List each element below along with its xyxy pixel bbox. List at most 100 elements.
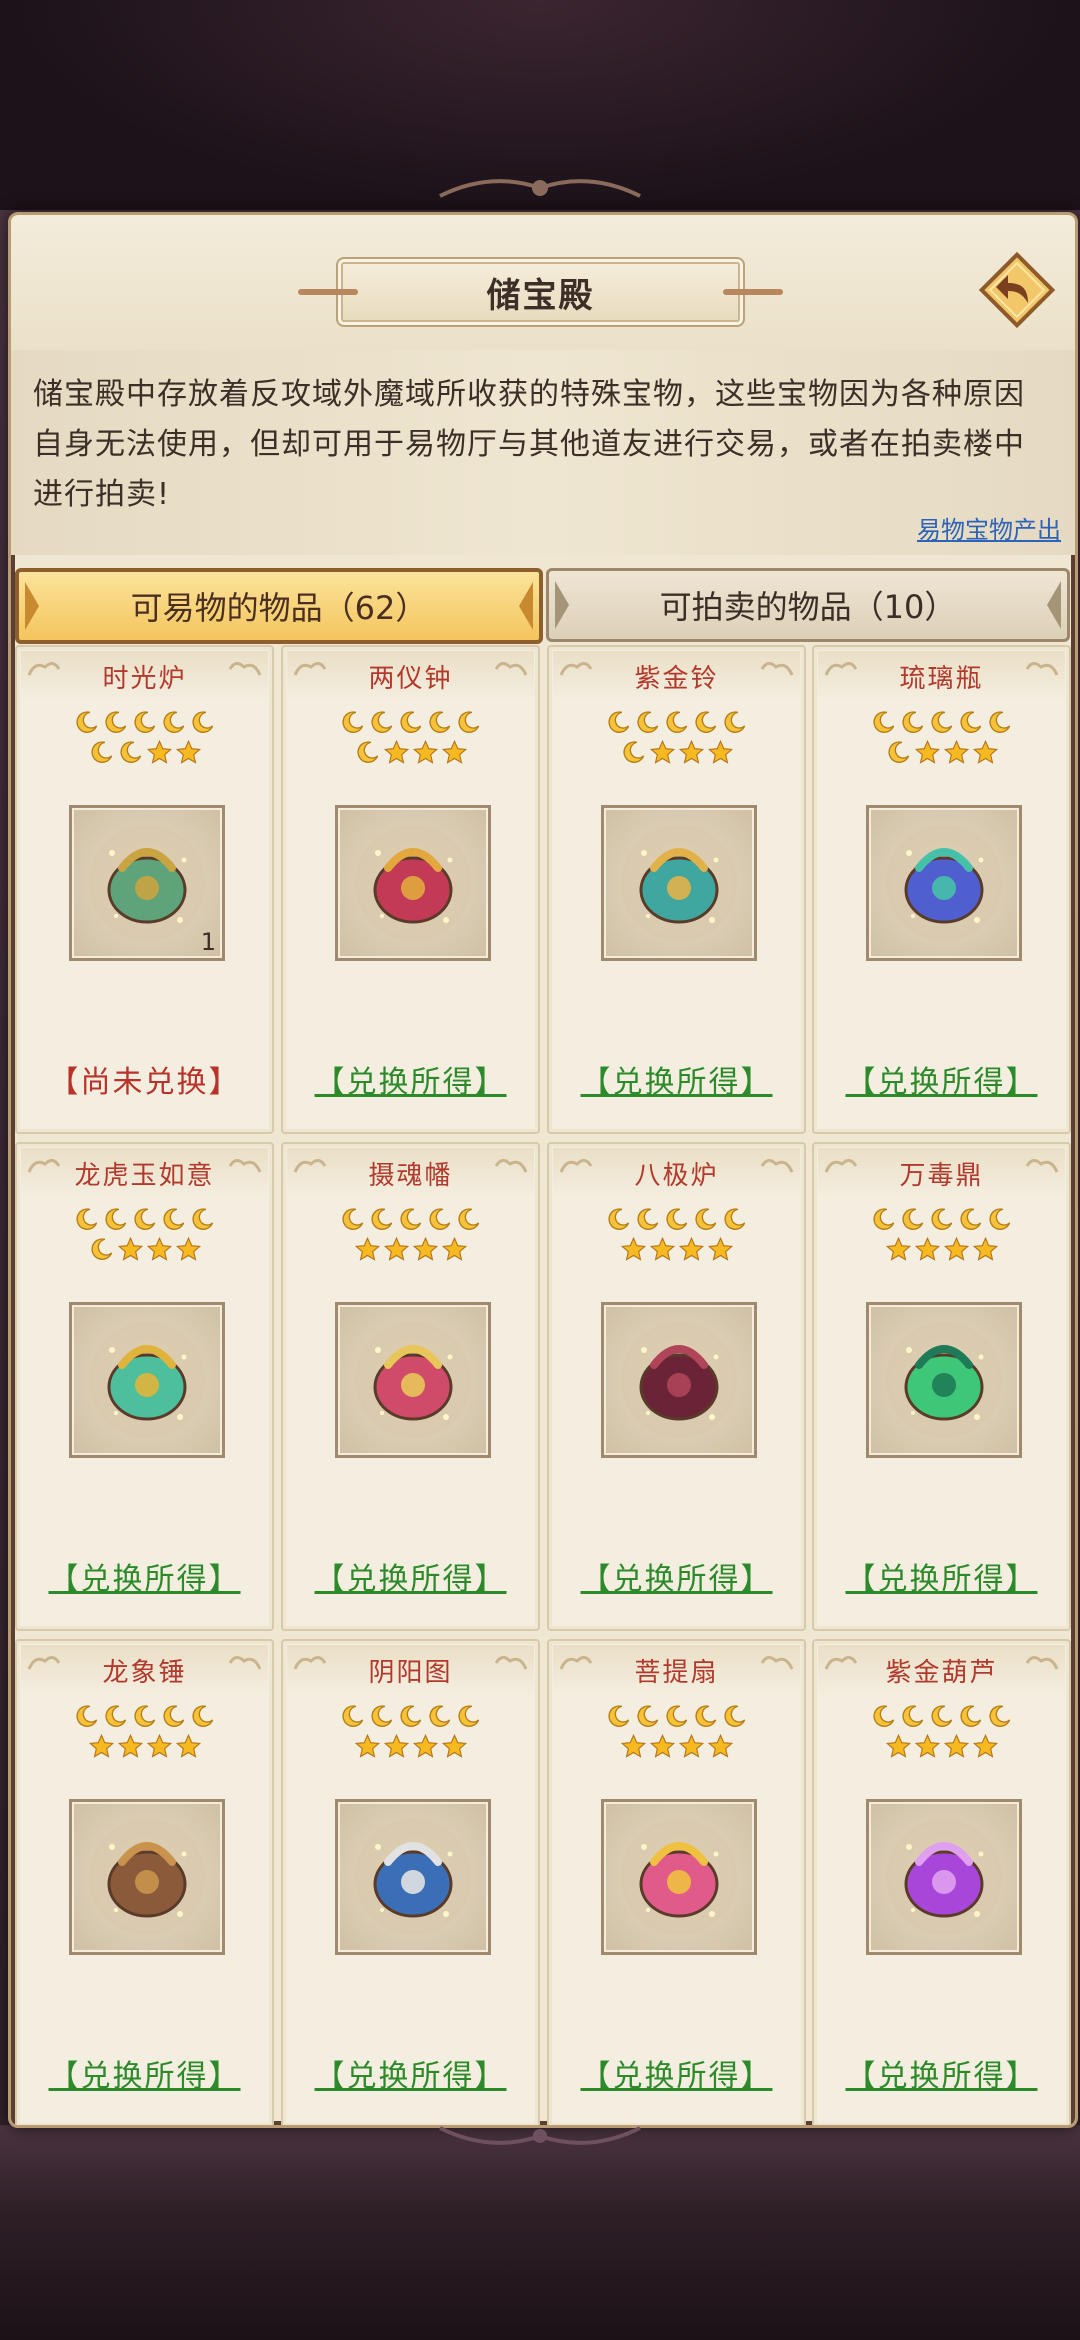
- cloud-ornament-icon: [1025, 662, 1059, 676]
- item-icon-box[interactable]: [335, 1302, 491, 1458]
- item-icon-box[interactable]: [866, 805, 1022, 961]
- item-icon-box[interactable]: [335, 1799, 491, 1955]
- item-card[interactable]: 阴阳图 【兑换所得】: [281, 1639, 540, 2125]
- moon-icon: [76, 1208, 98, 1230]
- item-card[interactable]: 龙象锤 【兑换所得】: [15, 1639, 274, 2125]
- item-icon-box[interactable]: [601, 805, 757, 961]
- item-card[interactable]: 琉璃瓶 【兑换所得】: [812, 645, 1071, 1134]
- moon-icon: [105, 711, 127, 733]
- exchange-status[interactable]: 【兑换所得】: [283, 2051, 538, 2095]
- tab-arrow-right: [519, 582, 533, 630]
- item-icon-box[interactable]: 1: [69, 805, 225, 961]
- item-icon-box[interactable]: [335, 805, 491, 961]
- exchange-status[interactable]: 【兑换所得】: [814, 2051, 1069, 2095]
- cloud-ornament-icon: [760, 1656, 794, 1670]
- cloud-ornament-icon: [1025, 1656, 1059, 1670]
- exchange-status[interactable]: 【兑换所得】: [549, 1554, 804, 1598]
- item-card[interactable]: 时光炉 1 【尚未兑换】: [15, 645, 274, 1134]
- treasure-icon: [886, 1322, 1002, 1438]
- cloud-ornament-icon: [228, 1159, 262, 1173]
- star-icon: [117, 1236, 143, 1261]
- star-icon: [175, 1236, 201, 1261]
- item-card[interactable]: 两仪钟 【兑换所得】: [281, 645, 540, 1134]
- item-name-header: 八极炉: [553, 1148, 800, 1198]
- cloud-ornament-icon: [27, 1159, 61, 1173]
- exchange-status[interactable]: 【兑换所得】: [17, 2051, 272, 2095]
- item-source-link[interactable]: 易物宝物产出: [917, 510, 1061, 545]
- rank-row: [283, 1733, 538, 1763]
- title-plate: 储宝殿: [298, 257, 783, 327]
- moon-icon: [608, 711, 630, 733]
- star-icon: [146, 1733, 172, 1758]
- treasure-icon: [89, 1322, 205, 1438]
- item-card[interactable]: 龙虎玉如意 【兑换所得】: [15, 1142, 274, 1631]
- moon-icon: [989, 1208, 1011, 1230]
- exchange-status[interactable]: 【兑换所得】: [549, 1057, 804, 1101]
- moon-icon: [90, 1238, 112, 1260]
- moon-icon: [163, 1705, 185, 1727]
- title-rod-right: [723, 289, 783, 295]
- tab-tradeable-items[interactable]: 可易物的物品（62）: [15, 568, 543, 644]
- star-icon: [88, 1733, 114, 1758]
- tab-auctionable-items[interactable]: 可拍卖的物品（10）: [546, 568, 1070, 642]
- star-icon: [441, 1733, 467, 1758]
- item-card[interactable]: 万毒鼎 【兑换所得】: [812, 1142, 1071, 1631]
- moon-icon: [931, 1208, 953, 1230]
- exchange-status[interactable]: 【兑换所得】: [549, 2051, 804, 2095]
- exchange-status[interactable]: 【兑换所得】: [283, 1554, 538, 1598]
- item-name-header: 两仪钟: [287, 651, 534, 701]
- moon-icon: [342, 1705, 364, 1727]
- exchange-status[interactable]: 【兑换所得】: [814, 1057, 1069, 1101]
- item-card[interactable]: 摄魂幡 【兑换所得】: [281, 1142, 540, 1631]
- rank-row: [17, 1703, 272, 1733]
- item-card[interactable]: 紫金铃 【兑换所得】: [547, 645, 806, 1134]
- rank-row: [814, 1733, 1069, 1763]
- back-arrow-icon[interactable]: [974, 247, 1060, 333]
- star-icon: [354, 1733, 380, 1758]
- item-rank: [17, 709, 272, 769]
- exchange-status[interactable]: 【兑换所得】: [814, 1554, 1069, 1598]
- frame-ornament-bottom: [439, 2126, 641, 2145]
- item-card[interactable]: 菩提扇 【兑换所得】: [547, 1639, 806, 2125]
- item-icon-box[interactable]: [866, 1302, 1022, 1458]
- moon-icon: [637, 711, 659, 733]
- item-icon-box[interactable]: [69, 1799, 225, 1955]
- item-icon-box[interactable]: [866, 1799, 1022, 1955]
- item-icon-box[interactable]: [601, 1302, 757, 1458]
- item-name: 摄魂幡: [368, 1160, 453, 1191]
- star-icon: [175, 1733, 201, 1758]
- star-icon: [914, 1733, 940, 1758]
- star-icon: [649, 1733, 675, 1758]
- item-name: 两仪钟: [368, 663, 453, 694]
- item-name-header: 阴阳图: [287, 1645, 534, 1695]
- exchange-status[interactable]: 【尚未兑换】: [17, 1057, 272, 1101]
- item-rank: [549, 709, 804, 769]
- cloud-ornament-icon: [494, 662, 528, 676]
- item-name-header: 万毒鼎: [818, 1148, 1065, 1198]
- moon-icon: [989, 711, 1011, 733]
- exchange-status[interactable]: 【兑换所得】: [283, 1057, 538, 1101]
- item-name-header: 菩提扇: [553, 1645, 800, 1695]
- rank-row: [283, 1703, 538, 1733]
- star-icon: [885, 1236, 911, 1261]
- moon-icon: [931, 711, 953, 733]
- moon-icon: [902, 1208, 924, 1230]
- item-icon-box[interactable]: [69, 1302, 225, 1458]
- exchange-status[interactable]: 【兑换所得】: [17, 1554, 272, 1598]
- moon-icon: [608, 1208, 630, 1230]
- item-name-header: 紫金铃: [553, 651, 800, 701]
- item-name: 龙象锤: [102, 1657, 187, 1688]
- item-name-header: 时光炉: [21, 651, 268, 701]
- exchange-status-label: 【兑换所得】: [845, 1065, 1038, 1100]
- treasure-icon: [886, 825, 1002, 941]
- treasure-icon: [886, 1819, 1002, 1935]
- moon-icon: [134, 711, 156, 733]
- item-card[interactable]: 八极炉 【兑换所得】: [547, 1142, 806, 1631]
- rank-row: [549, 1733, 804, 1763]
- item-icon-box[interactable]: [601, 1799, 757, 1955]
- star-icon: [972, 1236, 998, 1261]
- moon-icon: [371, 1208, 393, 1230]
- item-card[interactable]: 紫金葫芦 【兑换所得】: [812, 1639, 1071, 2125]
- star-icon: [943, 739, 969, 764]
- moon-icon: [695, 711, 717, 733]
